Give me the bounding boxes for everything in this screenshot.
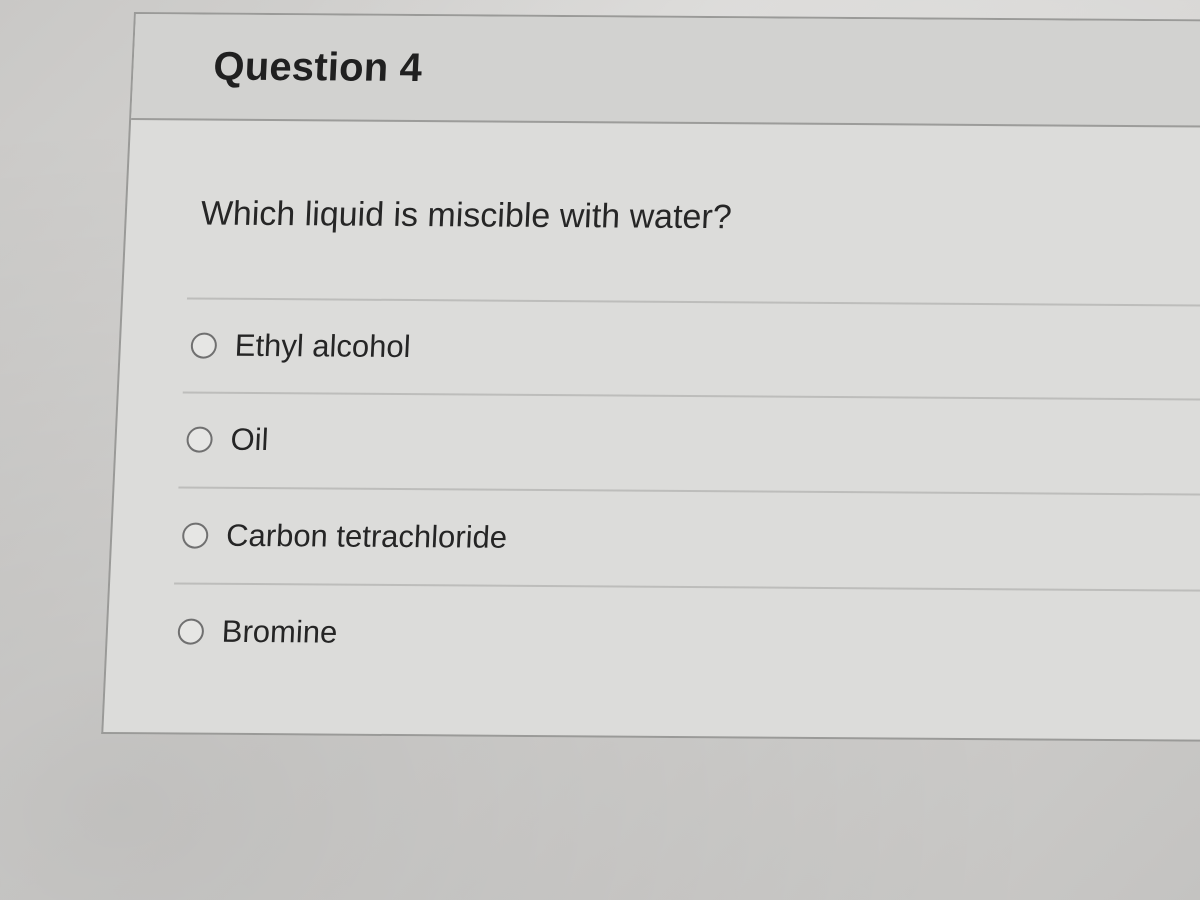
answer-divider [178, 486, 1200, 496]
question-title: Question 4 [212, 44, 424, 91]
answer-divider [174, 582, 1200, 592]
answer-option-bromine[interactable]: Bromine [177, 611, 338, 652]
question-prompt: Which liquid is miscible with water? [199, 194, 733, 237]
answer-label-bromine: Bromine [221, 613, 339, 650]
answer-divider [186, 297, 1200, 307]
radio-button-ethyl-alcohol[interactable] [190, 332, 218, 359]
answer-option-ethyl-alcohol[interactable]: Ethyl alcohol [190, 325, 412, 367]
answer-label-carbon-tetrachloride: Carbon tetrachloride [225, 517, 508, 555]
answer-divider [182, 391, 1200, 401]
radio-button-oil[interactable] [186, 426, 214, 453]
answer-label-oil: Oil [229, 421, 270, 458]
answer-option-oil[interactable]: Oil [186, 419, 270, 460]
radio-button-carbon-tetrachloride[interactable] [181, 522, 209, 549]
answer-option-carbon-tetrachloride[interactable]: Carbon tetrachloride [181, 515, 508, 557]
radio-button-bromine[interactable] [177, 618, 205, 645]
question-header: Question 4 [131, 14, 1200, 128]
question-card: Question 4 Which liquid is miscible with… [101, 12, 1200, 742]
answer-label-ethyl-alcohol: Ethyl alcohol [234, 327, 412, 365]
